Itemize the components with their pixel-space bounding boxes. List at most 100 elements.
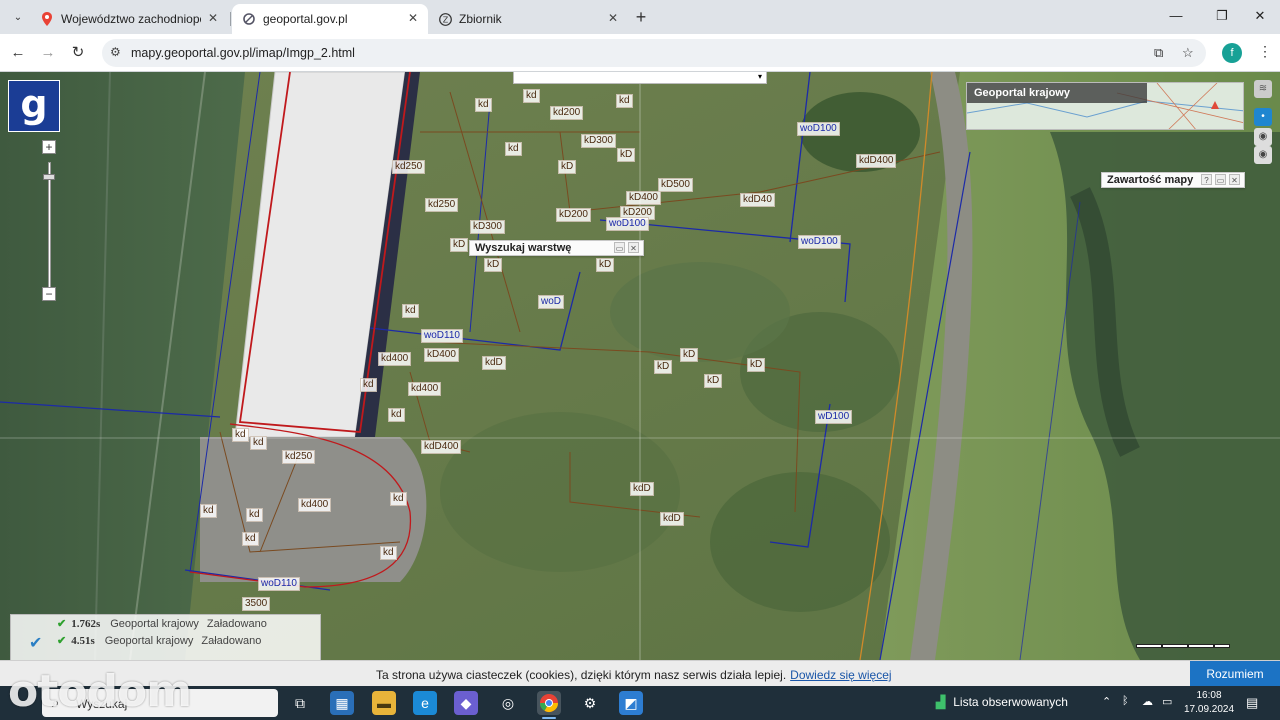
loading-status-panel: ✔ ✔ 1.762s Geoportal krajowy Załadowano ✔ 4.… [10,614,321,660]
accept-cookies-button[interactable]: Rozumiem [1190,661,1280,687]
utility-label: kd [388,408,405,422]
help-icon[interactable]: ? [1201,174,1212,185]
store-icon[interactable]: ▦ [330,691,354,715]
search-layer-panel[interactable]: Wyszukaj warstwę ▭ ✕ [469,240,644,256]
utility-label: kD300 [581,134,616,148]
utility-label: kd200 [550,106,584,120]
file-explorer-icon[interactable]: ▬ [372,691,396,715]
url-text: mapy.geoportal.gov.pl/imap/Imgp_2.html [131,46,355,60]
map-viewport[interactable]: kd kd kd200 kd kd kD kD300 kD kD500 kD40… [0,72,1280,660]
browser-tabbar: ⌄ Województwo zachodniopomorskie ✕ geopo… [0,0,1280,34]
clock-time: 16:08 [1196,690,1222,701]
reload-icon[interactable]: ↻ [67,42,89,64]
close-tab-icon[interactable]: ✕ [608,11,618,25]
zoom-slider-handle[interactable] [43,174,55,180]
watchlist-widget[interactable]: ▟ Lista obserwowanych [936,695,1068,709]
utility-label: kD [654,360,673,374]
close-panel-icon[interactable]: ✕ [628,242,639,253]
info-tool-icon[interactable]: • [1254,108,1272,126]
clock-date: 17.09.2024 [1184,704,1235,715]
utility-label: woD [538,295,565,309]
check-icon: ✔ [29,635,43,652]
search-dropdown[interactable]: ▾ [513,72,767,84]
utility-label: kD [596,258,615,272]
map-content-panel[interactable]: Zawartość mapy ? ▭ ✕ [1101,172,1245,188]
chevron-down-icon: ▾ [757,72,762,81]
forward-arrow-icon[interactable]: → [37,42,59,64]
cookie-text: Ta strona używa ciasteczek (cookies), dz… [376,668,787,682]
browser-toolbar: ← → ↻ ⚙ mapy.geoportal.gov.pl/imap/Imgp_… [0,34,1280,72]
windows-taskbar: ⌕ Wyszukaj ⧉ ▦ ▬ e ◆ ◎ ⚙ ◩ ▟ Lista obserw… [0,686,1280,720]
close-tab-icon[interactable]: ✕ [408,11,418,25]
utility-label: kD [558,160,577,174]
zoom-slider-track[interactable] [48,162,51,290]
edge-icon[interactable]: e [413,691,437,715]
cloud-icon[interactable]: ☁ [1142,695,1153,708]
status-time: 1.762s [71,618,101,630]
settings-gear-icon[interactable]: ⚙ [578,691,602,715]
clock[interactable]: 16:08 17.09.2024 [1184,689,1234,717]
tab-geoportal[interactable]: geoportal.gov.pl ✕ [232,4,428,34]
battery-icon[interactable]: ▭ [1162,695,1172,708]
panel-title: Zawartość mapy [1107,174,1194,186]
utility-label: kD [450,238,469,252]
zoom-out-button[interactable]: − [42,287,56,301]
utility-label: kd [200,504,217,518]
utility-label: kd [523,89,540,103]
cookie-more-link[interactable]: Dowiedz się więcej [790,668,891,682]
maximize-icon[interactable]: ❐ [1212,8,1232,24]
new-tab-button[interactable]: + [632,6,650,28]
tab-wojewodztwo[interactable]: Województwo zachodniopomorskie ✕ [30,4,228,34]
tab-separator [230,12,231,26]
utility-label: woD100 [798,235,841,249]
back-arrow-icon[interactable]: ← [7,42,29,64]
bluetooth-icon[interactable]: ᛒ [1122,695,1129,707]
eye-icon[interactable]: ◉ [1254,128,1272,146]
tab-title: Zbiornik [459,12,502,26]
active-indicator [542,717,556,719]
minimize-panel-icon[interactable]: ▭ [614,242,625,253]
browser-menu-icon[interactable]: ⋮ [1258,43,1272,60]
sync-icon[interactable]: ◎ [496,691,520,715]
utility-label: kd [505,142,522,156]
status-source: Geoportal krajowy [110,618,199,630]
close-tab-icon[interactable]: ✕ [208,11,218,25]
task-view-icon[interactable]: ⧉ [288,691,312,715]
address-bar[interactable]: ⚙ mapy.geoportal.gov.pl/imap/Imgp_2.html… [102,39,1206,67]
tab-search-chevron-icon[interactable]: ⌄ [8,7,28,27]
utility-label: kd [246,508,263,522]
layers-toggle-icon[interactable]: ≋ [1254,80,1272,98]
app-icon[interactable]: ◆ [454,691,478,715]
bookmark-star-icon[interactable]: ☆ [1182,45,1194,61]
utility-label: kdD400 [421,440,462,454]
utility-label: kd400 [298,498,332,512]
utility-label: kD400 [424,348,459,362]
utility-label: kd [232,428,249,442]
notifications-icon[interactable]: ▤ [1246,695,1258,711]
chevron-up-icon[interactable]: ⌃ [1102,695,1111,708]
profile-avatar[interactable]: f [1222,43,1242,63]
tab-zbiornik[interactable]: Z Zbiornik ✕ [428,4,628,34]
overview-map[interactable]: Geoportal krajowy [966,82,1244,130]
utility-label: woD100 [606,217,649,231]
utility-label: kD500 [658,178,693,192]
close-panel-icon[interactable]: ✕ [1229,174,1240,185]
utility-label: kd [250,436,267,450]
minimize-icon[interactable]: — [1166,8,1186,23]
check-icon: ✔ [57,618,67,630]
view-icon[interactable]: ◉ [1254,146,1272,164]
status-time: 4.51s [71,635,95,647]
zoom-in-button[interactable]: + [42,140,56,154]
geoportal-logo[interactable]: g [8,80,60,132]
screen: ⌄ Województwo zachodniopomorskie ✕ geopo… [0,0,1280,720]
tab-title: geoportal.gov.pl [263,12,348,26]
watermark-logo: otodom [8,666,192,717]
photos-icon[interactable]: ◩ [619,691,643,715]
utility-label: kdD40 [740,193,775,207]
minimize-panel-icon[interactable]: ▭ [1215,174,1226,185]
install-app-icon[interactable]: ⧉ [1154,45,1163,61]
chrome-icon[interactable] [537,691,561,715]
scale-bar [1136,644,1230,648]
site-info-icon[interactable]: ⚙ [110,45,121,59]
close-window-icon[interactable]: ✕ [1250,8,1270,24]
